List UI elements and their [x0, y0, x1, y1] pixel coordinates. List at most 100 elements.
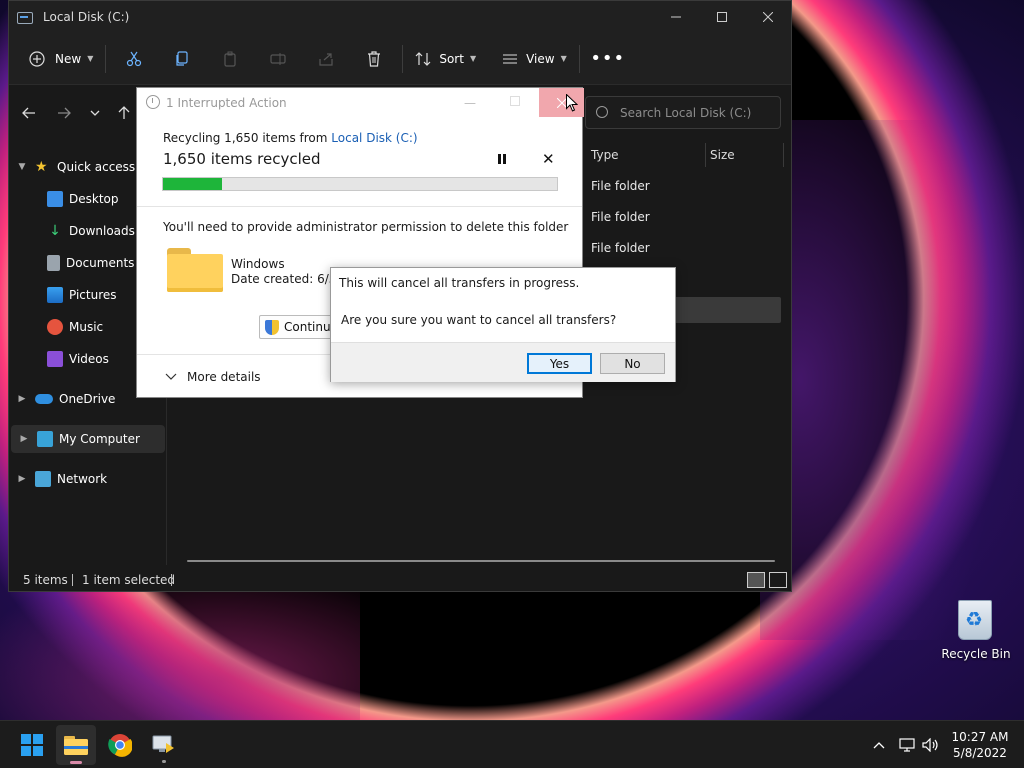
table-row-type[interactable]: File folder	[591, 210, 650, 224]
table-row-type[interactable]: File folder	[591, 179, 650, 193]
close-button[interactable]	[745, 1, 791, 33]
copy-button[interactable]	[158, 42, 206, 76]
maximize-button[interactable]	[699, 1, 745, 33]
toolbar-divider	[578, 44, 580, 73]
more-details-toggle[interactable]: More details	[165, 370, 261, 384]
column-divider[interactable]	[705, 143, 706, 167]
start-button[interactable]	[12, 725, 52, 765]
network-icon	[35, 471, 51, 487]
active-indicator	[70, 761, 82, 764]
pause-button[interactable]	[497, 154, 507, 164]
column-divider[interactable]	[783, 143, 784, 167]
sidebar-item-label: Downloads	[69, 224, 135, 238]
folder-icon	[167, 248, 223, 292]
view-button[interactable]: View ▼	[494, 42, 575, 76]
sort-button[interactable]: Sort ▼	[407, 42, 484, 76]
uac-shield-icon	[265, 320, 279, 335]
minimize-icon	[671, 16, 681, 18]
continue-button[interactable]: Continue	[259, 315, 339, 339]
view-list-icon	[503, 54, 518, 63]
recycling-prefix: Recycling 1,650 items from	[163, 131, 332, 145]
folder-date: Date created: 6/5/2	[231, 272, 331, 286]
search-input[interactable]: Search Local Disk (C:)	[585, 96, 781, 129]
sidebar-item-videos[interactable]: Videos	[47, 345, 109, 373]
sidebar-item-label: My Computer	[59, 432, 140, 446]
forward-button[interactable]	[52, 101, 76, 125]
sidebar-item-quick-access[interactable]: ▼ ★ Quick access	[9, 153, 136, 181]
progress-headline: 1,650 items recycled	[163, 150, 321, 168]
drive-icon	[17, 11, 33, 24]
search-icon	[596, 106, 608, 118]
rename-button[interactable]	[254, 42, 302, 76]
confirm-message-2: Are you sure you want to cancel all tran…	[341, 313, 617, 327]
location-link[interactable]: Local Disk (C:)	[331, 131, 417, 145]
rename-icon	[270, 52, 286, 65]
document-icon	[47, 255, 60, 271]
more-options-button[interactable]: •••	[584, 42, 632, 76]
volume-tray-button[interactable]	[920, 721, 942, 768]
window-title: Local Disk (C:)	[43, 10, 130, 24]
scissors-icon	[127, 51, 142, 66]
selection-count: 1 item selected	[82, 573, 176, 587]
yes-button[interactable]: Yes	[527, 353, 592, 374]
sidebar-item-label: Videos	[69, 352, 109, 366]
chevron-right-icon: ▶	[20, 434, 28, 444]
delete-button[interactable]	[350, 42, 398, 76]
cut-button[interactable]	[110, 42, 158, 76]
file-explorer-icon	[64, 736, 88, 755]
cancel-operation-button[interactable]: ✕	[542, 150, 555, 168]
dialog-maximize-button[interactable]	[510, 96, 520, 106]
cloud-icon	[35, 394, 53, 404]
sidebar-item-documents[interactable]: Documents	[47, 249, 134, 277]
recycle-bin-shortcut[interactable]: Recycle Bin	[940, 596, 1012, 666]
sidebar-item-network[interactable]: ▶ Network	[9, 465, 107, 493]
chevron-right-icon: ▶	[18, 394, 26, 404]
windows-logo-icon	[21, 734, 43, 756]
network-tray-button[interactable]	[896, 721, 918, 768]
chrome-icon	[108, 734, 132, 757]
minimize-button[interactable]	[653, 1, 699, 33]
column-header-size[interactable]: Size	[710, 143, 735, 167]
no-button[interactable]: No	[600, 353, 665, 374]
chevron-down-icon: ▼	[560, 54, 567, 63]
column-header-type[interactable]: Type	[591, 143, 619, 167]
sidebar-item-label: Music	[69, 320, 104, 334]
dialog-title: 1 Interrupted Action	[166, 96, 287, 110]
explorer-titlebar[interactable]: Local Disk (C:)	[9, 1, 791, 33]
back-button[interactable]	[17, 101, 41, 125]
clock-date[interactable]: 5/8/2022	[950, 746, 1010, 760]
sidebar-item-desktop[interactable]: Desktop	[47, 185, 119, 213]
mouse-cursor-icon	[566, 94, 578, 112]
paste-icon	[224, 51, 236, 67]
paste-button[interactable]	[206, 42, 254, 76]
command-bar: New ▼ Sort ▼ View ▼ •••	[9, 33, 791, 85]
large-icons-view-button[interactable]	[769, 572, 787, 588]
up-button[interactable]	[112, 101, 136, 125]
sidebar-item-my-computer[interactable]: ▶ My Computer	[11, 425, 165, 453]
share-button[interactable]	[302, 42, 350, 76]
taskbar-file-explorer[interactable]	[56, 725, 96, 765]
speaker-icon	[922, 738, 938, 752]
clock-time[interactable]: 10:27 AM	[950, 730, 1010, 744]
table-row-type[interactable]: File folder	[591, 241, 650, 255]
chevron-down-icon: ▼	[87, 54, 94, 63]
dialog-titlebar[interactable]: 1 Interrupted Action —	[137, 88, 584, 118]
new-button[interactable]: New ▼	[21, 42, 101, 76]
sidebar-item-downloads[interactable]: ↓ Downloads	[47, 217, 135, 245]
item-count: 5 items	[23, 573, 68, 587]
sidebar-item-label: Pictures	[69, 288, 117, 302]
sidebar-item-pictures[interactable]: Pictures	[47, 281, 117, 309]
taskbar-remote-desktop[interactable]	[144, 725, 184, 765]
ellipsis-icon: •••	[590, 48, 626, 69]
admin-permission-message: You'll need to provide administrator per…	[163, 220, 569, 234]
share-icon	[319, 52, 333, 66]
taskbar-chrome[interactable]	[100, 725, 140, 765]
sidebar-item-onedrive[interactable]: ▶ OneDrive	[9, 385, 116, 413]
dialog-minimize-button[interactable]: —	[464, 96, 476, 110]
details-view-button[interactable]	[747, 572, 765, 588]
recent-locations-button[interactable]	[83, 101, 107, 125]
horizontal-scrollbar[interactable]	[187, 560, 775, 562]
remote-desktop-icon	[152, 735, 174, 753]
show-hidden-icons-button[interactable]	[868, 721, 890, 768]
sidebar-item-music[interactable]: Music	[47, 313, 103, 341]
